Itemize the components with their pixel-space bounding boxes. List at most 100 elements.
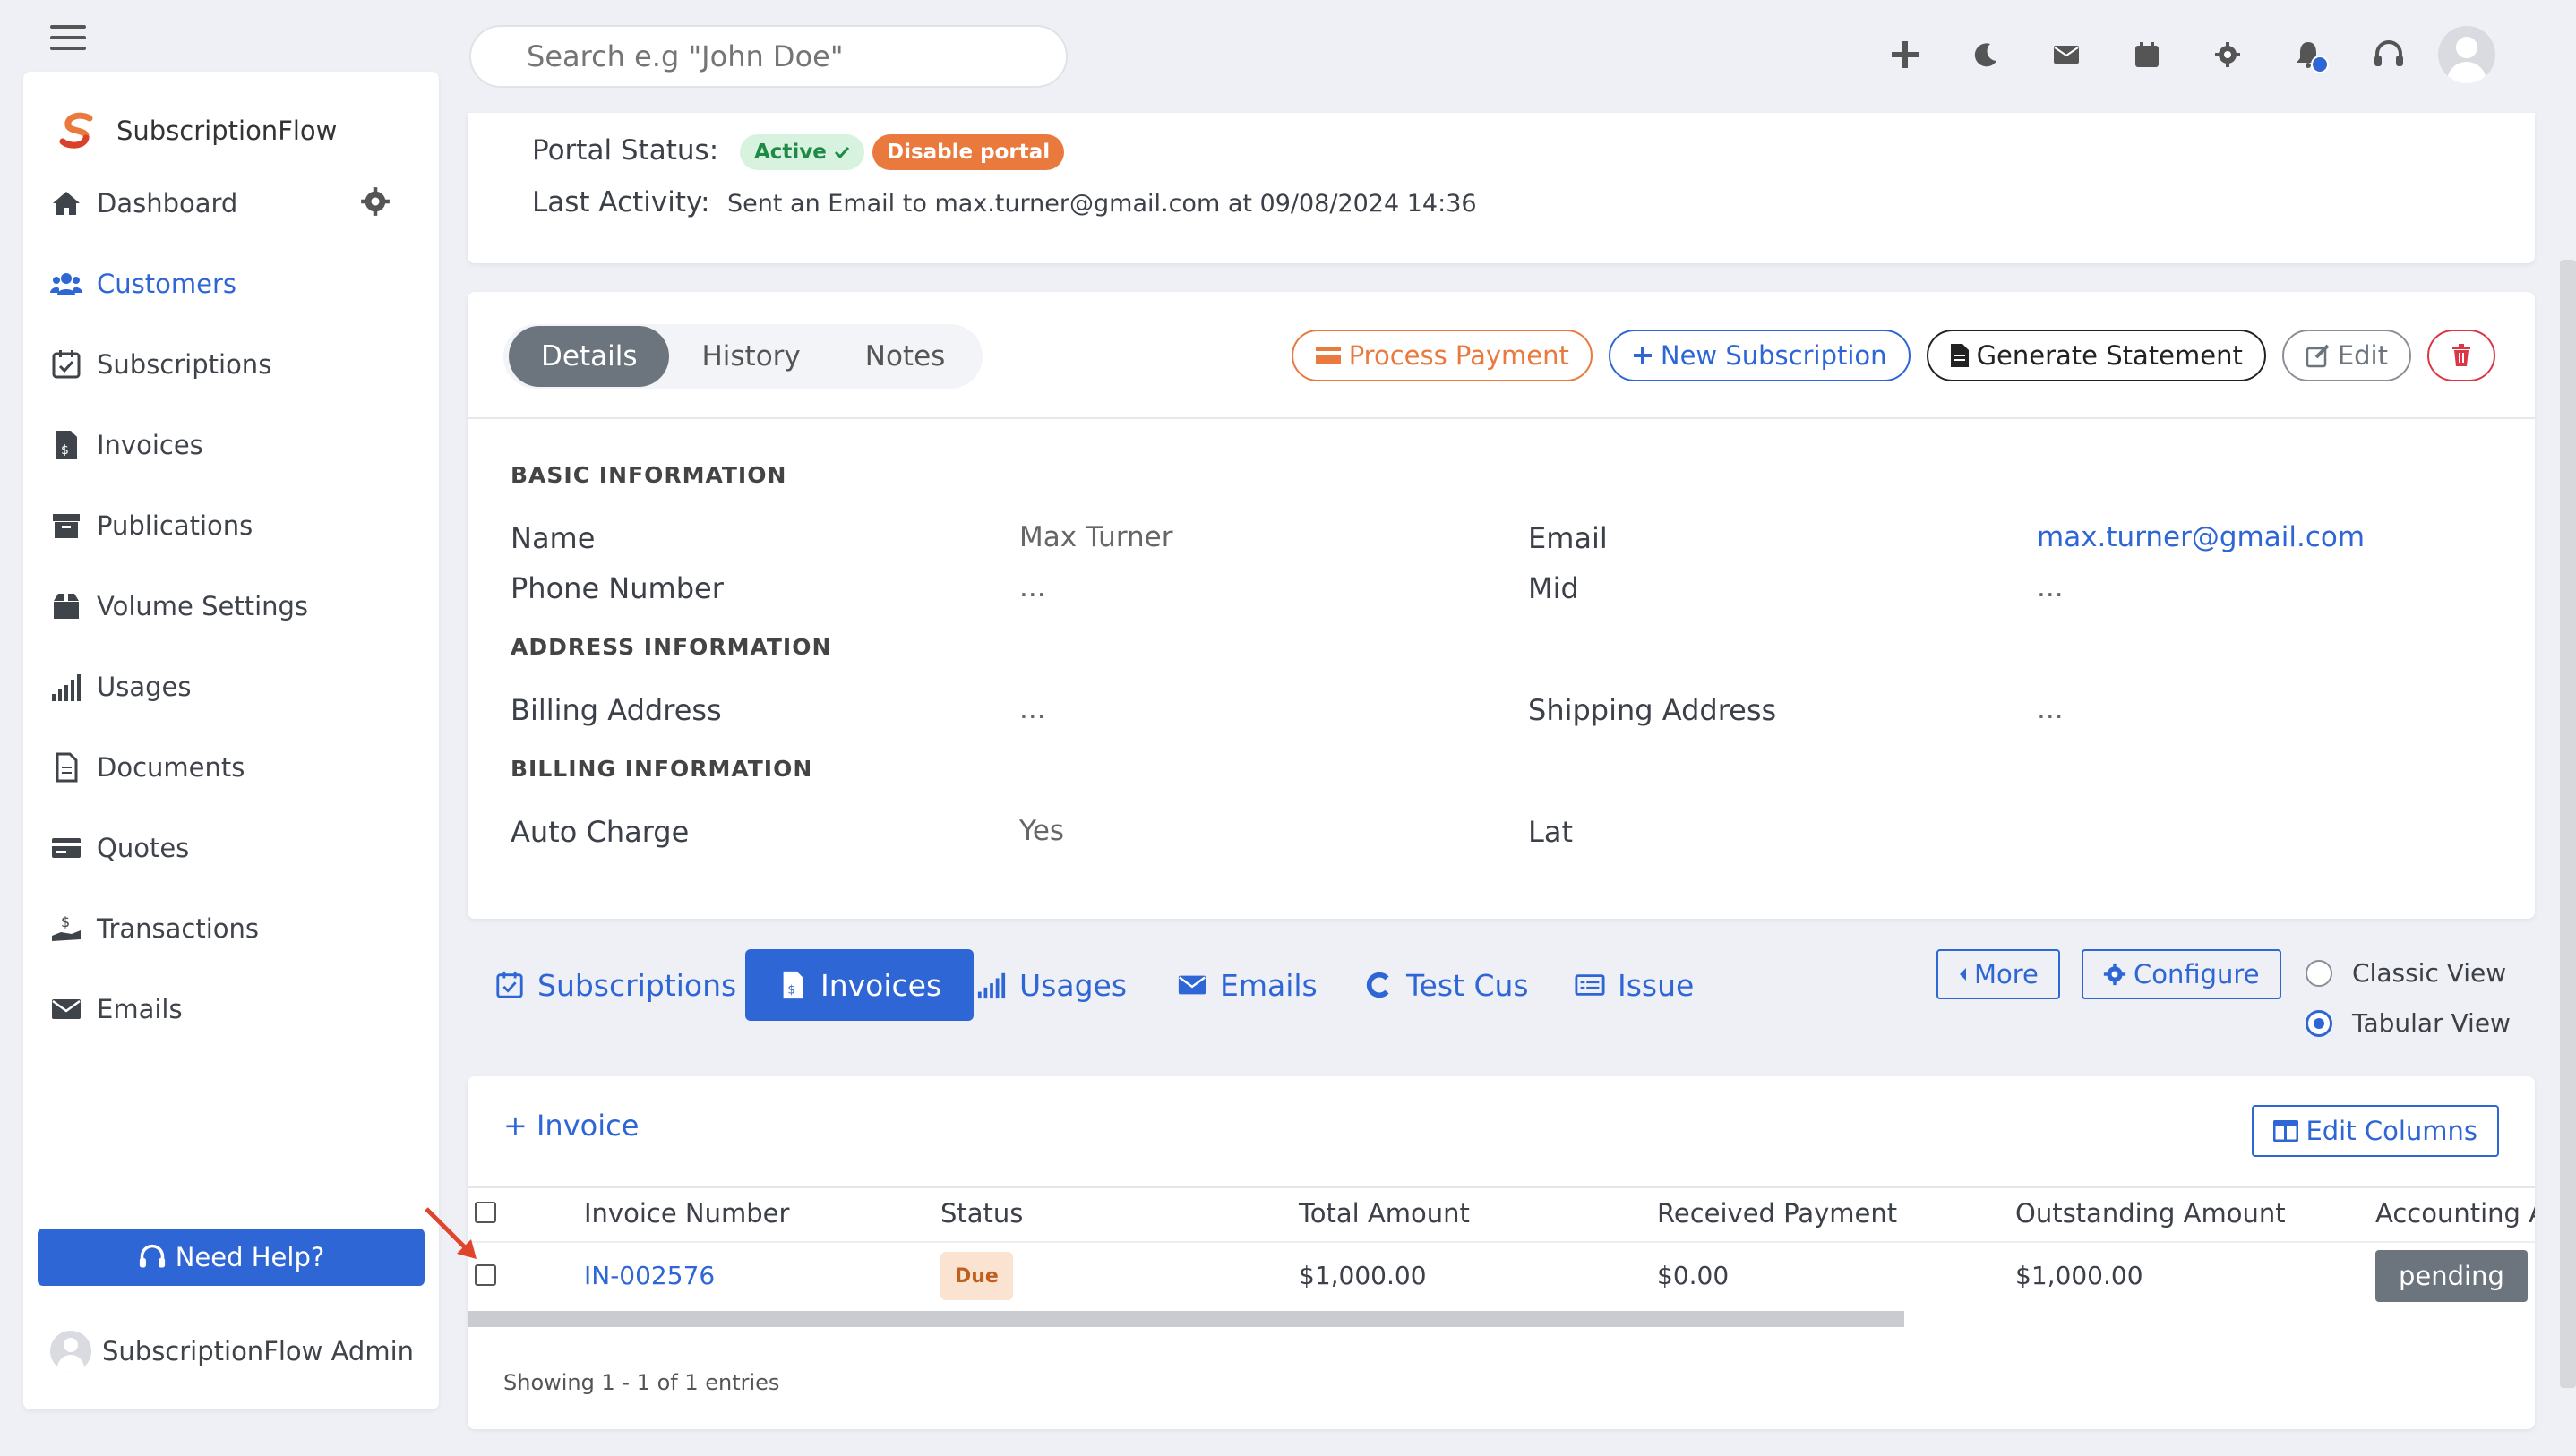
gear-icon[interactable] bbox=[2187, 23, 2268, 86]
table-header-border bbox=[468, 1186, 2535, 1188]
invoice-number-link[interactable]: IN-002576 bbox=[584, 1261, 715, 1290]
sidebar-item-transactions[interactable]: $ Transactions bbox=[50, 902, 259, 955]
sidebar-item-volume-settings[interactable]: Volume Settings bbox=[50, 579, 308, 633]
details-tabs: Details History Notes bbox=[503, 324, 983, 389]
row-checkbox[interactable] bbox=[475, 1264, 496, 1286]
caret-left-icon bbox=[1960, 968, 1966, 981]
sidebar-item-label: Subscriptions bbox=[97, 349, 272, 380]
column-header[interactable]: Accounting A bbox=[2375, 1198, 2535, 1229]
sidebar-item-invoices[interactable]: $ Invoices bbox=[50, 418, 203, 472]
need-help-button[interactable]: Need Help? bbox=[38, 1229, 425, 1286]
need-help-label: Need Help? bbox=[175, 1242, 325, 1272]
moon-icon[interactable] bbox=[1945, 23, 2026, 86]
brand-name: SubscriptionFlow bbox=[116, 116, 338, 146]
admin-profile[interactable]: SubscriptionFlow Admin bbox=[50, 1331, 414, 1372]
generate-statement-button[interactable]: Generate Statement bbox=[1926, 330, 2266, 381]
tab-invoices[interactable]: $ Invoices bbox=[745, 949, 975, 1021]
tab-emails[interactable]: Emails bbox=[1177, 949, 1318, 1021]
configure-label: Configure bbox=[2134, 959, 2260, 989]
sidebar-item-emails[interactable]: Emails bbox=[50, 982, 183, 1036]
shipping-address-label: Shipping Address bbox=[1528, 693, 1777, 727]
calendar-icon[interactable] bbox=[2107, 23, 2187, 86]
edit-button[interactable]: Edit bbox=[2281, 330, 2411, 381]
classic-view-option[interactable]: Classic View bbox=[2306, 958, 2506, 988]
credit-card-icon bbox=[1315, 347, 1341, 364]
tab-history[interactable]: History bbox=[669, 326, 832, 387]
customer-details-card: Details History Notes Process Payment Ne… bbox=[468, 292, 2535, 919]
top-toolbar bbox=[1865, 23, 2495, 86]
sidebar-item-label: Transactions bbox=[97, 913, 260, 944]
sidebar-item-subscriptions[interactable]: Subscriptions bbox=[50, 338, 271, 391]
disable-portal-button[interactable]: Disable portal bbox=[872, 134, 1065, 170]
section-address-information: ADDRESS INFORMATION bbox=[511, 634, 832, 660]
column-header[interactable]: Received Payment bbox=[1657, 1198, 1897, 1229]
delete-button[interactable] bbox=[2427, 330, 2495, 381]
brand[interactable]: SubscriptionFlow bbox=[56, 109, 337, 152]
sidebar-item-label: Publications bbox=[97, 510, 253, 541]
tab-subscriptions-label: Subscriptions bbox=[537, 967, 737, 1003]
mid-label: Mid bbox=[1528, 571, 1579, 605]
svg-text:$: $ bbox=[787, 983, 794, 997]
email-value-link[interactable]: max.turner@gmail.com bbox=[2037, 521, 2365, 553]
menu-toggle-icon[interactable] bbox=[50, 25, 86, 50]
new-subscription-button[interactable]: New Subscription bbox=[1608, 330, 1911, 381]
envelope-icon[interactable] bbox=[2026, 23, 2107, 86]
avatar bbox=[50, 1331, 91, 1372]
horizontal-scrollbar[interactable] bbox=[468, 1311, 1904, 1327]
portal-status-label: Portal Status: bbox=[532, 134, 719, 167]
vertical-scrollbar[interactable] bbox=[2560, 260, 2576, 1388]
column-header[interactable]: Total Amount bbox=[1299, 1198, 1470, 1229]
sidebar-item-label: Customers bbox=[97, 269, 236, 299]
bell-icon[interactable] bbox=[2268, 23, 2348, 86]
add-invoice-link[interactable]: + Invoice bbox=[503, 1109, 639, 1143]
sidebar-item-label: Quotes bbox=[97, 833, 190, 863]
name-label: Name bbox=[511, 521, 596, 555]
tab-issue[interactable]: Issue bbox=[1575, 949, 1694, 1021]
tabular-view-option[interactable]: Tabular View bbox=[2306, 1008, 2511, 1038]
mid-value: ... bbox=[2037, 571, 2064, 604]
invoice-icon: $ bbox=[56, 431, 77, 459]
trash-icon bbox=[2452, 344, 2470, 366]
status-badge-text: Active bbox=[754, 141, 827, 164]
search-input[interactable] bbox=[469, 25, 1068, 88]
accounting-status-badge[interactable]: pending bbox=[2375, 1250, 2528, 1302]
tab-test-cus[interactable]: Test Cus bbox=[1363, 949, 1529, 1021]
auto-charge-label: Auto Charge bbox=[511, 815, 690, 849]
customer-actions: Process Payment New Subscription Generat… bbox=[1291, 330, 2495, 381]
sidebar-item-quotes[interactable]: Quotes bbox=[50, 821, 189, 875]
sidebar-item-documents[interactable]: Documents bbox=[50, 741, 245, 794]
hand-dollar-icon: $ bbox=[52, 913, 81, 941]
sidebar-item-usages[interactable]: Usages bbox=[50, 660, 191, 714]
sidebar-item-publications[interactable]: Publications bbox=[50, 499, 253, 552]
headset-icon[interactable] bbox=[2348, 23, 2429, 86]
edit-columns-button[interactable]: Edit Columns bbox=[2252, 1105, 2499, 1157]
tab-subscriptions[interactable]: Subscriptions bbox=[494, 949, 736, 1021]
tab-usages[interactable]: Usages bbox=[976, 949, 1127, 1021]
section-basic-information: BASIC INFORMATION bbox=[511, 462, 787, 488]
column-header[interactable]: Invoice Number bbox=[584, 1198, 789, 1229]
billing-address-value: ... bbox=[1019, 693, 1046, 725]
column-header[interactable]: Status bbox=[940, 1198, 1023, 1229]
more-button[interactable]: More bbox=[1936, 949, 2060, 999]
tab-notes[interactable]: Notes bbox=[833, 326, 978, 387]
configure-button[interactable]: Configure bbox=[2082, 949, 2281, 999]
lat-label: Lat bbox=[1528, 815, 1573, 849]
user-avatar[interactable] bbox=[2438, 26, 2495, 83]
phone-label: Phone Number bbox=[511, 571, 724, 605]
auto-charge-value: Yes bbox=[1019, 815, 1065, 847]
sidebar-item-dashboard[interactable]: Dashboard bbox=[50, 176, 237, 230]
classic-view-radio[interactable] bbox=[2306, 959, 2332, 987]
divider bbox=[468, 417, 2535, 419]
column-header[interactable]: Outstanding Amount bbox=[2015, 1198, 2286, 1229]
tab-invoices-label: Invoices bbox=[820, 967, 942, 1003]
process-payment-button[interactable]: Process Payment bbox=[1291, 330, 1593, 381]
plus-icon[interactable] bbox=[1865, 23, 1945, 86]
sidebar-item-customers[interactable]: Customers bbox=[50, 257, 236, 311]
gear-icon[interactable] bbox=[360, 186, 391, 217]
tab-details[interactable]: Details bbox=[509, 326, 670, 387]
tab-test-cus-label: Test Cus bbox=[1406, 967, 1529, 1003]
c-letter-icon bbox=[1366, 972, 1389, 998]
tabular-view-radio[interactable] bbox=[2306, 1009, 2332, 1037]
svg-text:$: $ bbox=[61, 443, 69, 458]
edit-icon bbox=[2306, 344, 2330, 368]
